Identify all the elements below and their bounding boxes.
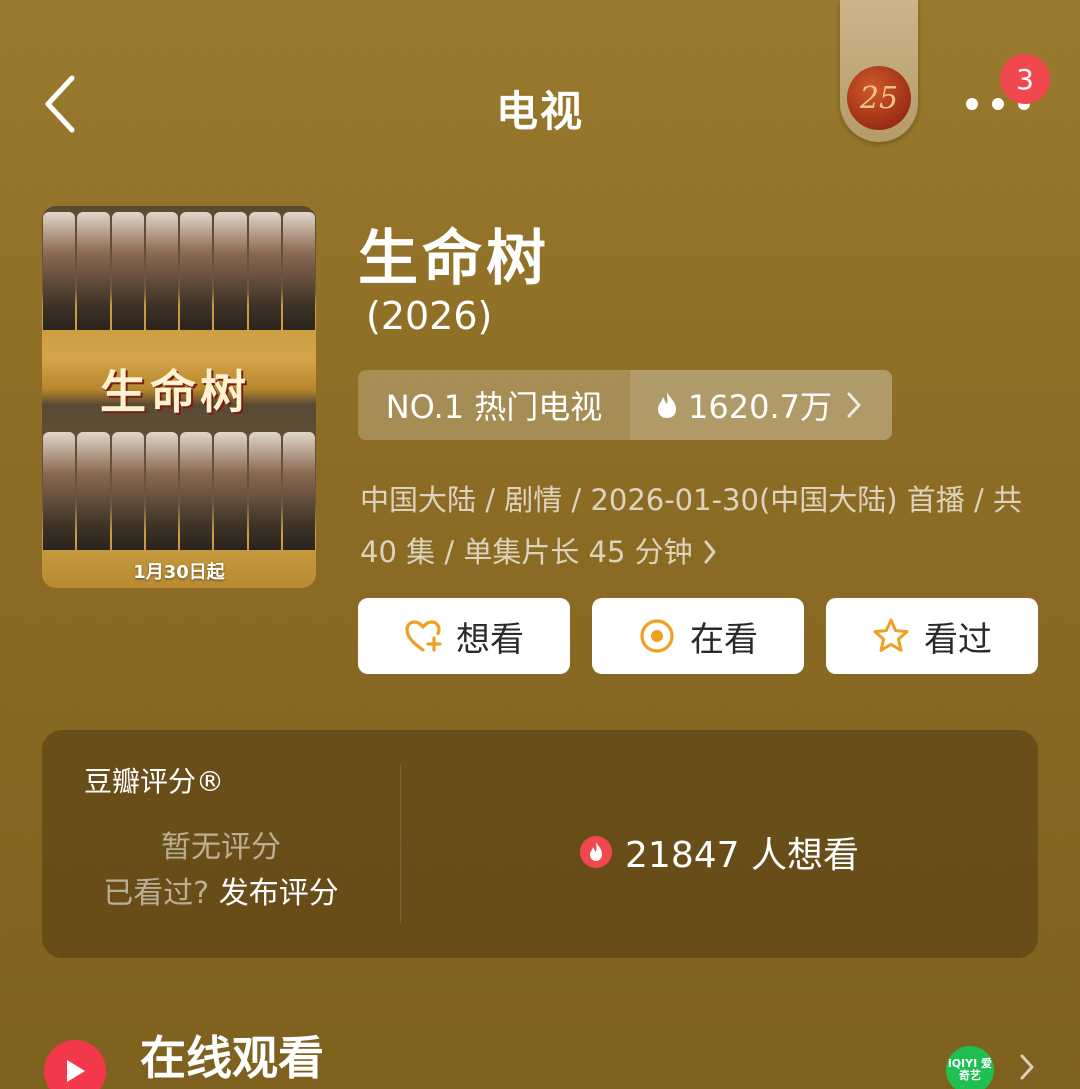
rating-card: 豆瓣评分® 暂无评分 已看过? 发布评分 21847 人想看 <box>42 730 1038 958</box>
page-title: 电视 <box>495 87 584 136</box>
heat-button[interactable]: 1620.7万 <box>630 370 892 440</box>
cast-portrait <box>77 432 110 550</box>
no-rating-text: 暂无评分 <box>161 830 281 865</box>
want-button[interactable]: 想看 <box>358 598 570 674</box>
show-title: 生命树 <box>358 224 550 294</box>
year-review-pendant[interactable]: 25 <box>840 0 918 142</box>
douban-rating-brand: 豆瓣评分® <box>84 765 225 798</box>
poster-cast-row-bottom <box>42 432 316 550</box>
watched-button[interactable]: 看过 <box>826 598 1038 674</box>
cast-portrait <box>214 212 247 330</box>
cast-portrait <box>111 432 144 550</box>
more-dot <box>992 98 1004 110</box>
more-dots-icon <box>966 98 978 110</box>
top-bar: 电视 25 3 <box>0 0 1080 200</box>
play-icon <box>67 1060 85 1082</box>
want-count-text: 21847 人想看 <box>625 835 859 876</box>
flame-icon <box>658 392 676 418</box>
cast-portrait <box>43 432 76 550</box>
meta-line-2-wrap: 40 集 / 单集片长 45 分钟 <box>360 526 1050 578</box>
rank-pill: NO.1 热门电视 1620.7万 <box>358 370 892 440</box>
want-count: 21847 人想看 <box>400 826 1038 878</box>
target-circle-icon <box>640 619 674 653</box>
cast-portrait <box>282 432 315 550</box>
chevron-right-icon <box>847 392 861 418</box>
star-icon <box>873 618 909 652</box>
watching-label: 在看 <box>690 619 758 660</box>
show-poster[interactable]: 生命树 1月30日起 <box>42 206 316 588</box>
cast-portrait <box>282 212 315 330</box>
cast-portrait <box>77 212 110 330</box>
cast-portrait <box>111 212 144 330</box>
want-label: 想看 <box>456 619 524 660</box>
cast-portrait <box>43 212 76 330</box>
online-watch-title: 在线观看 <box>140 1031 324 1085</box>
cast-portrait <box>145 432 178 550</box>
heart-plus-icon <box>405 620 442 652</box>
play-circle-icon[interactable] <box>44 1040 106 1089</box>
watched-prompt: 已看过? <box>103 876 210 911</box>
heat-value: 1620.7万 <box>688 388 832 426</box>
iqiyi-logo[interactable]: iQIYI 爱奇艺 <box>946 1046 994 1089</box>
fire-badge-icon <box>580 836 613 868</box>
meta-line-1: 中国大陆 / 剧情 / 2026-01-30(中国大陆) 首播 / 共 <box>360 483 1023 517</box>
meta-line-2: 40 集 / 单集片长 45 分钟 <box>360 535 693 569</box>
cast-portrait <box>180 212 213 330</box>
chevron-right-icon <box>704 540 716 564</box>
watching-button[interactable]: 在看 <box>592 598 804 674</box>
cast-portrait <box>248 432 281 550</box>
publish-rating-link[interactable]: 发布评分 <box>219 876 339 911</box>
poster-cast-row-top <box>42 212 316 330</box>
year-badge: 25 <box>847 66 911 130</box>
cast-portrait <box>145 212 178 330</box>
rank-label[interactable]: NO.1 热门电视 <box>358 370 630 440</box>
watched-label: 看过 <box>924 619 992 660</box>
show-meta[interactable]: 中国大陆 / 剧情 / 2026-01-30(中国大陆) 首播 / 共 40 集… <box>360 474 1050 578</box>
notification-badge: 3 <box>1000 54 1050 104</box>
rate-prompt: 已看过? 发布评分 <box>42 868 400 912</box>
show-year: (2026) <box>366 294 493 338</box>
cast-portrait <box>180 432 213 550</box>
cast-portrait <box>214 432 247 550</box>
poster-date: 1月30日起 <box>133 562 225 583</box>
poster-title-art: 生命树 <box>100 365 250 419</box>
chevron-right-icon[interactable] <box>1018 1052 1036 1082</box>
cast-portrait <box>248 212 281 330</box>
